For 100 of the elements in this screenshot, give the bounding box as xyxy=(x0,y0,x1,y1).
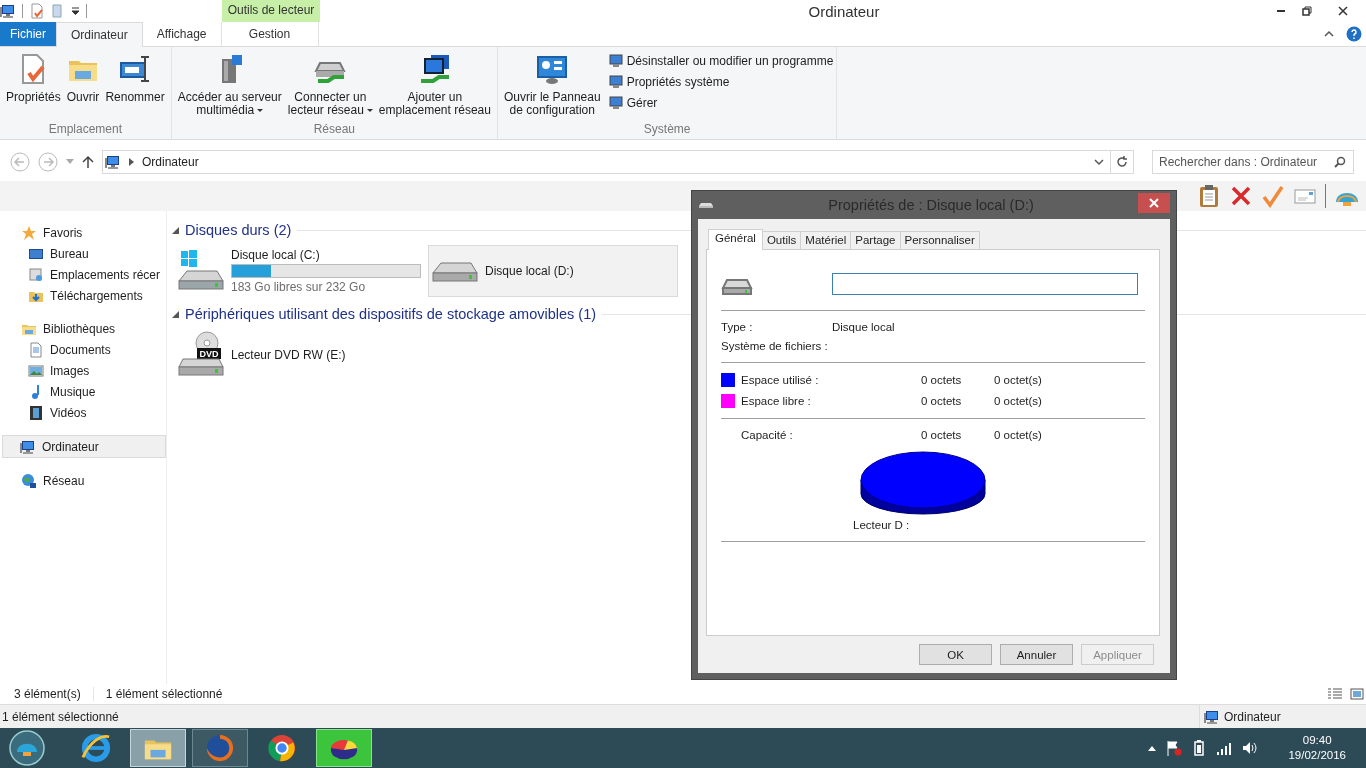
speaker-icon[interactable] xyxy=(1242,741,1259,755)
volume-name-field[interactable] xyxy=(832,273,1138,295)
image-icon xyxy=(28,362,44,379)
bytes-value: 0 octets xyxy=(921,374,963,386)
program-icon xyxy=(607,53,624,69)
clipboard-icon[interactable] xyxy=(1197,184,1221,208)
nav-item[interactable]: Bureau xyxy=(2,243,166,264)
drive-tile[interactable]: Disque local (D:) xyxy=(428,245,678,297)
field-value: Disque local xyxy=(832,321,896,333)
minimize-icon xyxy=(1276,10,1286,12)
clock[interactable]: 09:40 19/02/2016 xyxy=(1288,733,1346,763)
checkmark-icon[interactable] xyxy=(1261,184,1285,208)
close-icon xyxy=(1338,6,1348,16)
ribbon-button[interactable]: Connecter un lecteur réseau xyxy=(284,53,376,121)
properties-icon xyxy=(29,3,45,19)
nav-item[interactable]: Emplacements récer xyxy=(2,264,166,285)
dropdown-icon[interactable] xyxy=(71,7,80,15)
drive-name: Disque local (D:) xyxy=(485,264,574,278)
details-text: 1 élément sélectionné xyxy=(2,709,119,724)
recent-places-icon xyxy=(28,266,44,283)
bytes-value: 0 octets xyxy=(921,395,963,407)
ribbon-button[interactable]: Ajouter un emplacement réseau xyxy=(375,53,494,121)
battery-icon[interactable] xyxy=(1192,740,1207,756)
refresh-button[interactable] xyxy=(1110,150,1134,174)
capacity-label: Capacité : xyxy=(740,429,793,441)
globe-icon xyxy=(21,472,37,489)
ribbon-button[interactable]: Renommer xyxy=(102,53,168,121)
dialog-tab[interactable]: Général xyxy=(708,229,763,250)
dialog-tab[interactable]: Partage xyxy=(850,231,901,249)
drive-label: Lecteur D : xyxy=(852,519,911,531)
collapse-ribbon-icon[interactable] xyxy=(1324,30,1334,38)
show-hidden-icons-icon[interactable] xyxy=(1148,745,1157,751)
up-arrow-icon[interactable] xyxy=(82,155,94,169)
collapse-icon[interactable] xyxy=(172,310,179,318)
ribbon-tab[interactable]: Ordinateur xyxy=(56,22,143,47)
group-label: Système xyxy=(642,121,692,138)
nav-item[interactable]: Téléchargements xyxy=(2,285,166,306)
ribbon-button[interactable]: Ouvrir xyxy=(63,53,103,121)
ribbon-button[interactable]: Gérer xyxy=(607,95,834,111)
ribbon-button[interactable]: Accéder au serveur multimédia xyxy=(174,53,285,121)
drive-tile[interactable]: DVD Lecteur DVD RW (E:) xyxy=(174,329,424,381)
address-field[interactable]: Ordinateur xyxy=(102,150,1111,174)
chrome-icon xyxy=(267,733,297,763)
ribbon-tab[interactable]: Gestion xyxy=(220,22,319,46)
computer-icon xyxy=(1204,708,1220,725)
nav-item[interactable]: Bibliothèques xyxy=(2,318,166,339)
drive-tile[interactable]: Disque local (C:) 183 Go libres sur 232 Go xyxy=(174,245,424,297)
collapse-icon[interactable] xyxy=(172,226,179,234)
group-label: Réseau xyxy=(312,121,356,138)
nav-item[interactable]: Musique xyxy=(2,381,166,402)
ribbon-button[interactable]: Ouvrir le Panneau de configuration xyxy=(500,53,604,121)
flag-icon[interactable] xyxy=(1166,740,1183,756)
nav-item[interactable]: Images xyxy=(2,360,166,381)
computer-icon xyxy=(0,3,16,19)
drive-name: Disque local (C:) xyxy=(231,248,321,262)
field-label: Système de fichiers : xyxy=(721,340,829,352)
nav-item[interactable]: Ordinateur xyxy=(2,435,166,458)
location-label: Ordinateur xyxy=(1224,709,1281,724)
search-icon[interactable] xyxy=(1334,156,1346,168)
start-button[interactable] xyxy=(8,729,46,767)
section-title: Disques durs (2) xyxy=(185,222,292,238)
dialog-button[interactable]: OK xyxy=(919,644,992,665)
film-icon xyxy=(28,404,44,421)
nav-item[interactable]: Réseau xyxy=(2,470,166,491)
nav-item[interactable]: Favoris xyxy=(2,222,166,243)
ribbon-button[interactable]: Propriétés système xyxy=(607,74,834,90)
restore-icon xyxy=(1302,6,1312,16)
nav-item[interactable]: Documents xyxy=(2,339,166,360)
delete-icon[interactable] xyxy=(1229,184,1253,208)
ribbon-button[interactable]: Désinstaller ou modifier un programme xyxy=(607,53,834,69)
control-panel-icon xyxy=(536,53,569,85)
star-icon xyxy=(21,224,37,241)
context-tab-label: Outils de lecteur xyxy=(222,0,320,22)
help-icon[interactable] xyxy=(1346,26,1362,42)
dropdown-icon[interactable] xyxy=(1094,158,1104,166)
selection-count: 1 élément sélectionné xyxy=(105,687,223,701)
search-field[interactable]: Rechercher dans : Ordinateur xyxy=(1152,150,1354,174)
ribbon-tab[interactable]: Affichage xyxy=(142,22,221,46)
bytes-value: 0 octets xyxy=(921,429,963,441)
taskbar-button[interactable] xyxy=(316,729,372,767)
large-icons-view-icon[interactable] xyxy=(1350,688,1364,700)
rename-icon xyxy=(119,53,152,85)
dialog-tab[interactable]: Personnaliser xyxy=(899,231,980,249)
signal-icon[interactable] xyxy=(1216,741,1233,755)
dialog-button[interactable]: Annuler xyxy=(1000,644,1073,665)
legend-label: Espace libre : xyxy=(741,395,811,407)
ribbon-button[interactable]: Propriétés xyxy=(3,53,64,121)
computer-icon xyxy=(20,438,36,455)
chevron-icon xyxy=(129,158,134,166)
refresh-icon xyxy=(1116,156,1128,168)
ribbon-tab[interactable]: Fichier xyxy=(0,22,56,46)
document-icon xyxy=(28,341,44,358)
manage-icon xyxy=(607,95,624,111)
nav-item[interactable]: Vidéos xyxy=(2,402,166,423)
drive-icon xyxy=(431,260,479,282)
size-value: 0 octet(s) xyxy=(994,395,1043,407)
legend-label: Espace utilisé : xyxy=(741,374,819,386)
close-button[interactable] xyxy=(1138,193,1170,213)
group-label: Emplacement xyxy=(47,121,124,138)
window-title: Ordinateur xyxy=(807,2,881,20)
